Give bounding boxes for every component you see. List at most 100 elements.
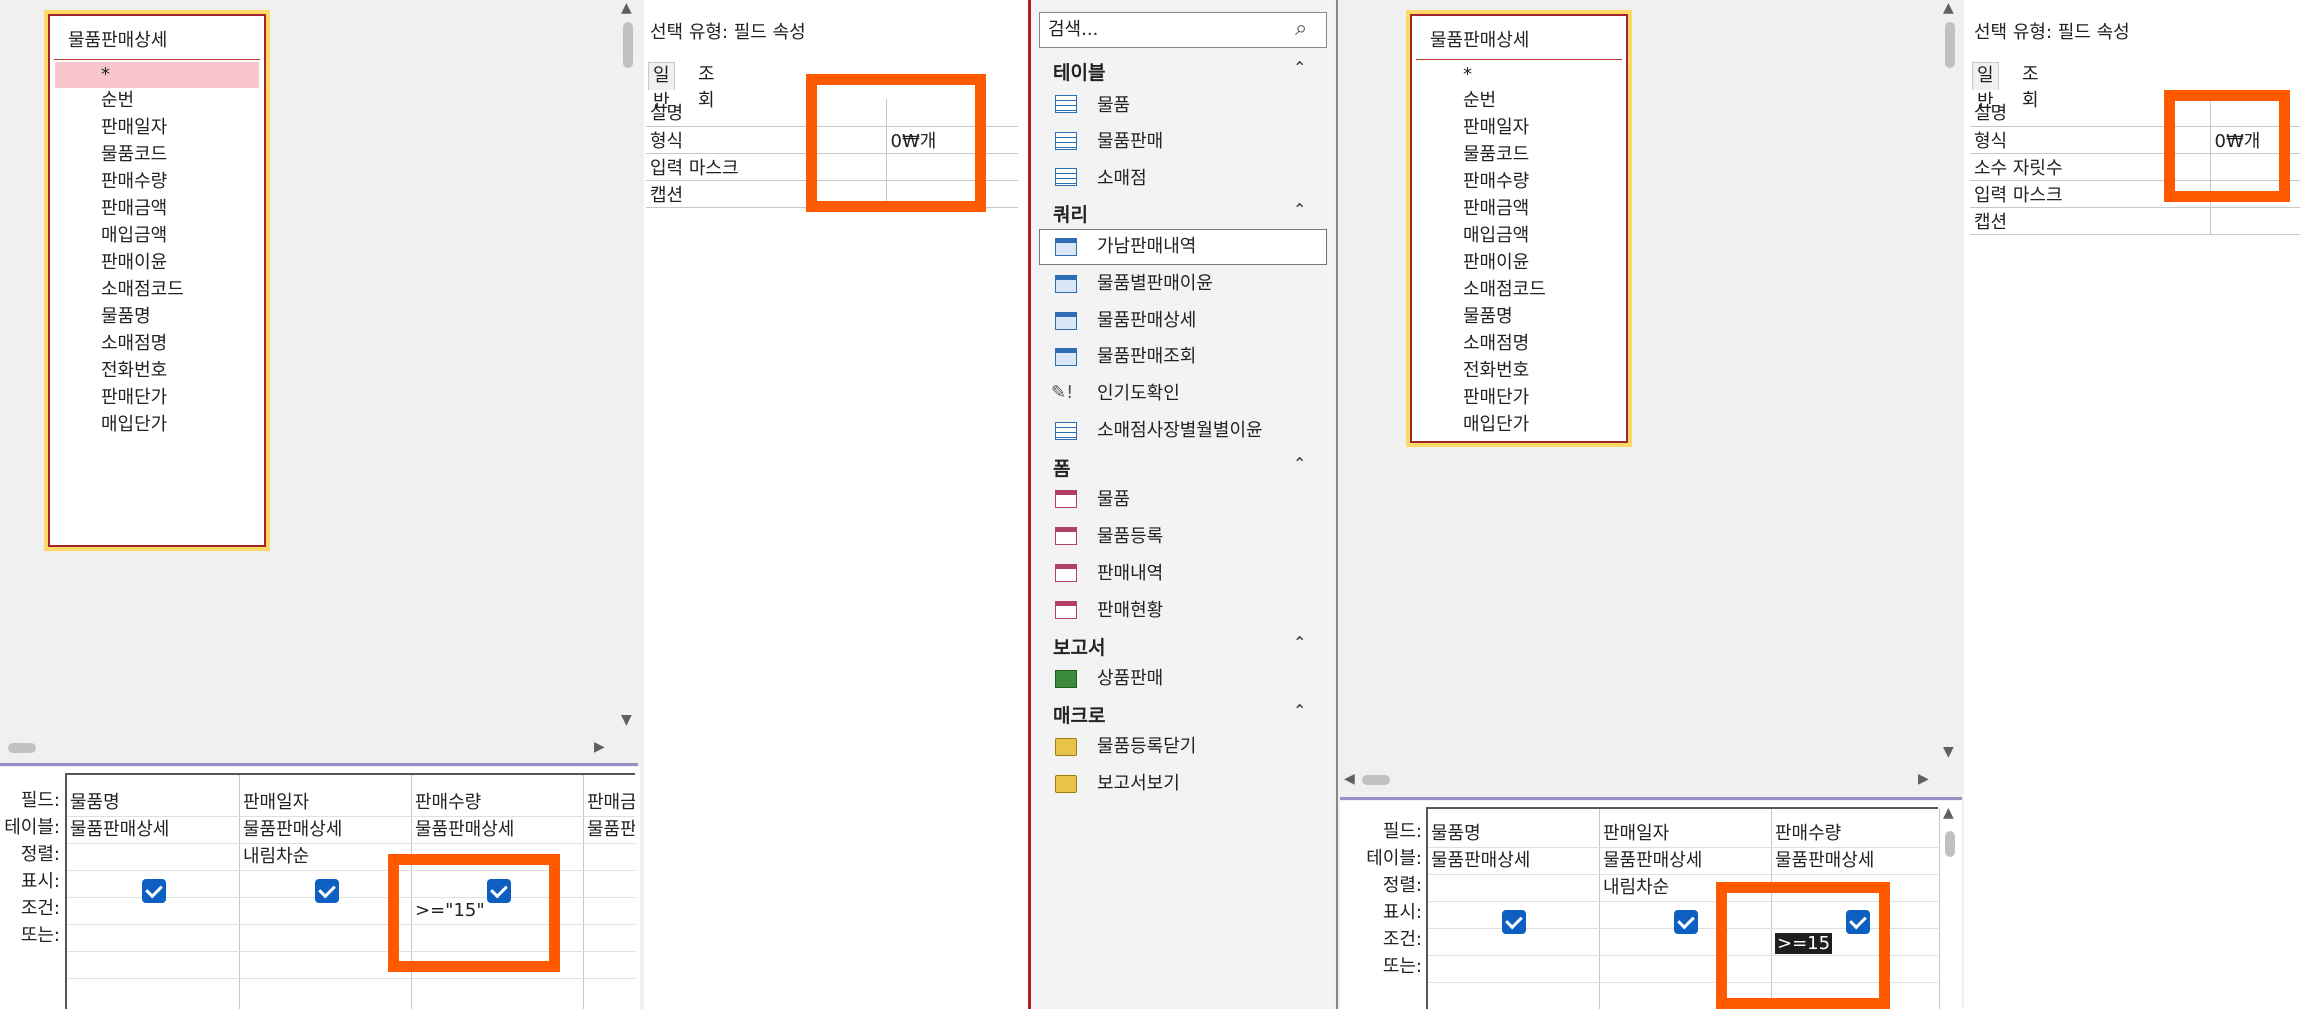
nav-item[interactable]: 상품판매 xyxy=(1097,661,1163,697)
show-checkbox[interactable] xyxy=(1674,910,1698,934)
grid-table-cell[interactable]: 물품판매상세 xyxy=(243,816,342,843)
field-item[interactable]: 매입단가 xyxy=(101,412,167,438)
field-item[interactable]: 소매점코드 xyxy=(1463,277,1546,303)
scroll-thumb[interactable] xyxy=(1362,775,1390,785)
field-item[interactable]: 판매일자 xyxy=(1463,115,1529,141)
chevron-up-icon[interactable]: ⌃ xyxy=(1293,454,1306,473)
tab-lookup[interactable]: 조회 xyxy=(2018,62,2043,111)
scroll-up-arrow-icon[interactable]: ▲ xyxy=(1943,0,1954,16)
field-item[interactable]: 판매단가 xyxy=(1463,385,1529,411)
nav-item[interactable]: 보고서보기 xyxy=(1097,766,1180,802)
search-input[interactable]: 검색... xyxy=(1039,12,1327,48)
nav-item[interactable]: 물품등록닫기 xyxy=(1097,729,1196,765)
field-item[interactable]: 소매점명 xyxy=(101,331,167,357)
show-checkbox[interactable] xyxy=(315,879,339,903)
field-item[interactable]: 전화번호 xyxy=(1463,358,1529,384)
chevron-up-icon[interactable]: ⌃ xyxy=(1293,633,1306,652)
field-item[interactable]: 물품코드 xyxy=(1463,142,1529,168)
nav-item[interactable]: 물품별판매이윤 xyxy=(1097,266,1213,302)
right-vertical-scrollbar[interactable]: ▲ ▼ xyxy=(1940,0,1960,768)
right-pane-splitter[interactable] xyxy=(1340,797,1962,800)
nav-item[interactable]: 인기도확인 xyxy=(1097,376,1180,412)
grid-field-cell[interactable]: 판매금 xyxy=(587,789,635,816)
nav-pane-divider[interactable] xyxy=(1336,0,1338,1009)
nav-item[interactable]: 가남판매내역 xyxy=(1097,229,1196,265)
field-item-all[interactable]: * xyxy=(55,62,259,88)
grid-field-cell[interactable]: 판매수량 xyxy=(415,789,481,816)
scroll-up-arrow-icon[interactable]: ▲ xyxy=(1943,805,1954,821)
nav-item[interactable]: 물품판매 xyxy=(1097,124,1163,160)
field-item[interactable]: 순번 xyxy=(101,88,134,114)
nav-item[interactable]: 물품판매조회 xyxy=(1097,339,1196,375)
field-item[interactable]: 물품명 xyxy=(101,304,151,330)
field-item[interactable]: 판매이윤 xyxy=(101,250,167,276)
scroll-left-arrow-icon[interactable]: ◀ xyxy=(1344,771,1355,787)
field-item[interactable]: 매입단가 xyxy=(1463,412,1529,438)
nav-item[interactable]: 물품판매상세 xyxy=(1097,303,1196,339)
chevron-up-icon[interactable]: ⌃ xyxy=(1293,200,1306,219)
nav-item[interactable]: 물품등록 xyxy=(1097,519,1163,555)
nav-item[interactable]: 소매점사장별월별이윤 xyxy=(1097,413,1263,449)
chevron-up-icon[interactable]: ⌃ xyxy=(1293,701,1306,720)
field-item[interactable]: 판매금액 xyxy=(1463,196,1529,222)
show-checkbox[interactable] xyxy=(142,879,166,903)
grid-field-cell[interactable]: 판매일자 xyxy=(243,789,309,816)
left-pane-splitter[interactable] xyxy=(0,763,638,766)
section-header-tables[interactable]: 테이블 xyxy=(1053,58,1105,85)
nav-item[interactable]: 물품 xyxy=(1097,482,1130,518)
scroll-down-arrow-icon[interactable]: ▼ xyxy=(621,712,632,728)
tab-general[interactable]: 일반 xyxy=(1972,62,1999,112)
field-item[interactable]: 소매점코드 xyxy=(101,277,184,303)
grid-table-cell[interactable]: 물품판매상세 xyxy=(1431,847,1530,874)
grid-field-cell[interactable]: 판매수량 xyxy=(1775,820,1841,847)
field-item[interactable]: 판매일자 xyxy=(101,115,167,141)
chevron-up-icon[interactable]: ⌃ xyxy=(1293,58,1306,77)
grid-field-cell[interactable]: 판매일자 xyxy=(1603,820,1669,847)
tab-general[interactable]: 일반 xyxy=(648,62,675,112)
left-horizontal-scrollbar[interactable]: ▶ xyxy=(0,739,612,757)
left-field-list[interactable]: 물품판매상세 * 순번 판매일자 물품코드 판매수량 판매금액 매입금액 판매이… xyxy=(44,10,270,551)
grid-table-cell[interactable]: 물품판 xyxy=(587,816,635,843)
field-item[interactable]: 판매이윤 xyxy=(1463,250,1529,276)
scroll-right-arrow-icon[interactable]: ▶ xyxy=(594,739,605,755)
search-icon[interactable]: ⌕ xyxy=(1295,16,1307,41)
scroll-up-arrow-icon[interactable]: ▲ xyxy=(621,0,632,16)
scroll-right-arrow-icon[interactable]: ▶ xyxy=(1918,771,1929,787)
grid-table-cell[interactable]: 물품판매상세 xyxy=(1603,847,1702,874)
field-item[interactable]: 매입금액 xyxy=(1463,223,1529,249)
field-item[interactable]: 전화번호 xyxy=(101,358,167,384)
nav-item[interactable]: 판매내역 xyxy=(1097,556,1163,592)
right-horizontal-scrollbar[interactable]: ◀ ▶ xyxy=(1340,771,1929,789)
scroll-thumb[interactable] xyxy=(8,743,36,753)
section-header-macros[interactable]: 매크로 xyxy=(1053,701,1105,728)
grid-table-cell[interactable]: 물품판매상세 xyxy=(415,816,514,843)
field-item[interactable]: 물품명 xyxy=(1463,304,1513,330)
field-item[interactable]: 판매수량 xyxy=(101,169,167,195)
nav-item[interactable]: 소매점 xyxy=(1097,161,1147,197)
section-header-forms[interactable]: 폼 xyxy=(1053,454,1070,481)
right-field-list[interactable]: 물품판매상세 * 순번 판매일자 물품코드 판매수량 판매금액 매입금액 판매이… xyxy=(1406,10,1632,447)
show-checkbox[interactable] xyxy=(1502,910,1526,934)
field-item[interactable]: 판매금액 xyxy=(101,196,167,222)
field-item[interactable]: 판매단가 xyxy=(101,385,167,411)
grid-table-cell[interactable]: 물품판매상세 xyxy=(70,816,169,843)
scroll-down-arrow-icon[interactable]: ▼ xyxy=(1943,744,1954,760)
grid-sort-cell[interactable]: 내림차순 xyxy=(243,843,309,870)
field-item[interactable]: 물품코드 xyxy=(101,142,167,168)
field-item[interactable]: 순번 xyxy=(1463,88,1496,114)
field-item[interactable]: 매입금액 xyxy=(101,223,167,249)
nav-item[interactable]: 판매현황 xyxy=(1097,593,1163,629)
left-vertical-scrollbar[interactable]: ▲ ▼ xyxy=(618,0,638,736)
grid-sort-cell[interactable]: 내림차순 xyxy=(1603,874,1669,901)
property-value[interactable] xyxy=(2209,207,2300,235)
field-item[interactable]: 판매수량 xyxy=(1463,169,1529,195)
tab-lookup[interactable]: 조회 xyxy=(694,62,719,111)
grid-field-cell[interactable]: 물품명 xyxy=(70,789,120,816)
section-header-queries[interactable]: 쿼리 xyxy=(1053,200,1088,227)
scroll-thumb[interactable] xyxy=(1945,22,1955,68)
grid-field-cell[interactable]: 물품명 xyxy=(1431,820,1481,847)
nav-item[interactable]: 물품 xyxy=(1097,88,1130,124)
grid-vertical-scrollbar[interactable]: ▲ xyxy=(1940,805,1960,1005)
scroll-thumb[interactable] xyxy=(623,22,633,68)
field-item-all[interactable]: * xyxy=(1463,62,1472,88)
